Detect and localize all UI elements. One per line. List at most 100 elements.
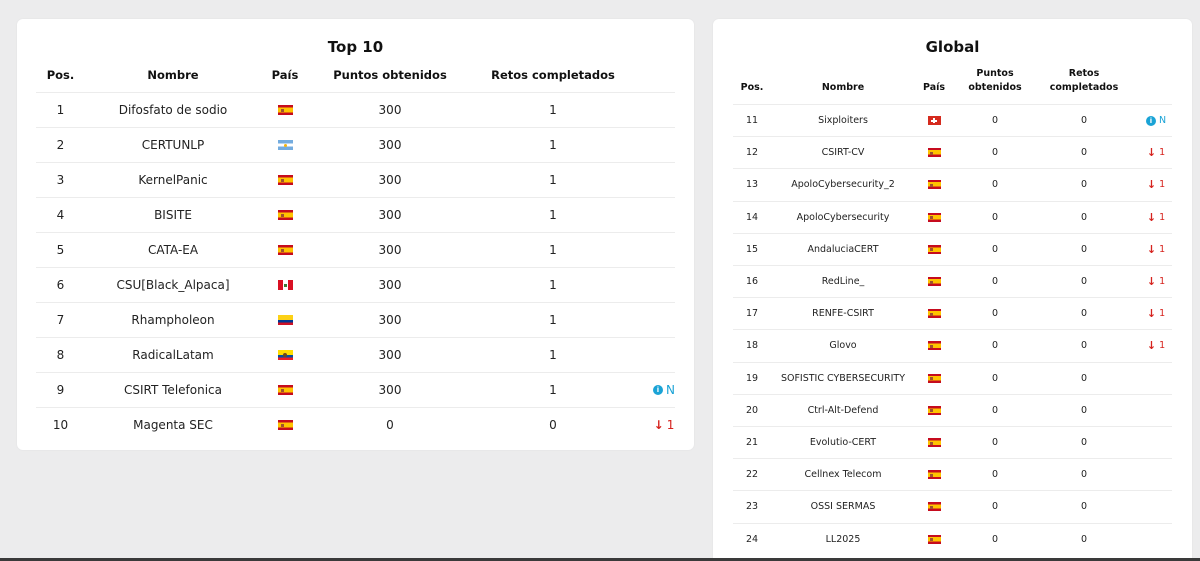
points-value: 0: [991, 308, 999, 320]
row-position: 7: [56, 313, 65, 327]
challenges-value: 1: [549, 278, 557, 292]
status-text: 1: [1159, 147, 1166, 159]
table-row: 11 Sixploiters 0 0 i N: [733, 104, 1172, 136]
country-cell: [917, 137, 951, 168]
row-position: 24: [745, 533, 759, 545]
flag-es-icon: [927, 470, 941, 480]
status-text: N: [1158, 115, 1167, 127]
table-row: 21 Evolutio-CERT 0 0: [733, 426, 1172, 458]
points-value: 300: [378, 383, 402, 397]
points-value: 300: [378, 313, 402, 327]
challenges-value: 0: [1080, 179, 1088, 191]
flag-es-icon: [927, 148, 941, 158]
country-cell: [260, 373, 310, 407]
arrow-down-icon: ↓: [1146, 339, 1157, 353]
flag-es-icon: [927, 405, 941, 415]
global-header-points-line2: obtenidos: [968, 82, 1022, 93]
challenges-value: 0: [1080, 437, 1088, 449]
challenges-value: 1: [549, 313, 557, 327]
table-row: 20 Ctrl-Alt-Defend 0 0: [733, 393, 1172, 426]
challenges-value: 0: [1080, 147, 1088, 159]
row-position: 3: [56, 173, 65, 187]
challenges-value: 1: [549, 383, 557, 397]
global-header-points-line1: Puntos: [976, 68, 1014, 79]
header-pos: Pos.: [46, 68, 75, 82]
flag-es-icon: [927, 244, 941, 254]
points-value: 300: [378, 103, 402, 117]
table-row: 24 LL2025 0 0: [733, 522, 1172, 555]
country-cell: [260, 128, 310, 162]
team-name: Sixploiters: [818, 115, 868, 127]
challenges-value: 0: [1080, 340, 1088, 352]
table-row: 18 Glovo 0 0 ↓ 1: [733, 329, 1172, 361]
global-header-points: Puntos obtenidos: [958, 67, 1032, 95]
row-position: 1: [56, 103, 65, 117]
points-value: 0: [991, 533, 999, 545]
row-position: 5: [56, 243, 65, 257]
country-cell: [260, 93, 310, 127]
points-value: 0: [991, 340, 999, 352]
arrow-down-icon: ↓: [1146, 242, 1157, 256]
challenges-value: 0: [1080, 372, 1088, 384]
country-cell: [917, 266, 951, 297]
flag-es-icon: [277, 175, 293, 185]
points-value: 0: [991, 372, 999, 384]
row-position: 17: [745, 308, 759, 320]
global-header-challenges: Retos completados: [1040, 67, 1128, 95]
team-name: Ctrl-Alt-Defend: [807, 404, 879, 416]
table-row: 19 SOFISTIC CYBERSECURITY 0 0: [733, 361, 1172, 394]
points-value: 0: [991, 404, 999, 416]
table-row: 7 Rhampholeon 300 1: [36, 302, 675, 337]
flag-es-icon: [277, 105, 293, 115]
flag-ar-icon: [277, 140, 293, 150]
challenges-value: 1: [549, 103, 557, 117]
country-cell: [917, 234, 951, 265]
team-name: AndaluciaCERT: [807, 243, 879, 255]
points-value: 0: [991, 469, 999, 481]
table-row: 8 RadicalLatam 300 1: [36, 337, 675, 372]
country-cell: [260, 338, 310, 372]
status-text: 1: [1159, 211, 1166, 223]
team-name: SOFISTIC CYBERSECURITY: [780, 372, 906, 384]
points-value: 300: [378, 278, 402, 292]
row-position: 2: [56, 138, 65, 152]
points-value: 0: [991, 147, 999, 159]
top10-title: Top 10: [327, 38, 384, 56]
points-value: 0: [991, 115, 999, 127]
header-challenges: Retos completados: [491, 68, 615, 82]
country-cell: [260, 233, 310, 267]
table-row: 13 ApoloCybersecurity_2 0 0 ↓ 1: [733, 168, 1172, 200]
row-position: 10: [52, 418, 69, 432]
row-position: 21: [745, 437, 759, 449]
row-position: 6: [56, 278, 65, 292]
team-name: CSU[Black_Alpaca]: [116, 278, 230, 292]
flag-es-icon: [927, 373, 941, 383]
table-row: 1 Difosfato de sodio 300 1: [36, 92, 675, 127]
team-name: LL2025: [825, 533, 861, 545]
points-value: 0: [991, 437, 999, 449]
table-row: 2 CERTUNLP 300 1: [36, 127, 675, 162]
flag-ec-icon: [277, 350, 293, 360]
country-cell: [917, 491, 951, 522]
flag-es-icon: [277, 210, 293, 220]
status-indicator: ↓ 1: [1139, 169, 1173, 200]
country-cell: [917, 363, 951, 394]
challenges-value: 0: [1080, 211, 1088, 223]
flag-es-icon: [927, 502, 941, 512]
row-position: 22: [745, 469, 759, 481]
country-cell: [260, 198, 310, 232]
status-indicator: ↓ 1: [1139, 234, 1173, 265]
flag-es-icon: [927, 309, 941, 319]
status-text: 1: [1159, 243, 1166, 255]
global-card: Global Pos. Nombre País Puntos obtenidos…: [713, 19, 1192, 561]
status-text: 1: [666, 418, 675, 432]
points-value: 0: [991, 179, 999, 191]
challenges-value: 1: [549, 243, 557, 257]
challenges-value: 0: [1080, 533, 1088, 545]
team-name: CSIRT Telefonica: [124, 383, 222, 397]
points-value: 0: [991, 276, 999, 288]
status-text: 1: [1159, 276, 1166, 288]
points-value: 300: [378, 208, 402, 222]
table-row: 5 CATA-EA 300 1: [36, 232, 675, 267]
table-row: 9 CSIRT Telefonica 300 1 i N: [36, 372, 675, 407]
